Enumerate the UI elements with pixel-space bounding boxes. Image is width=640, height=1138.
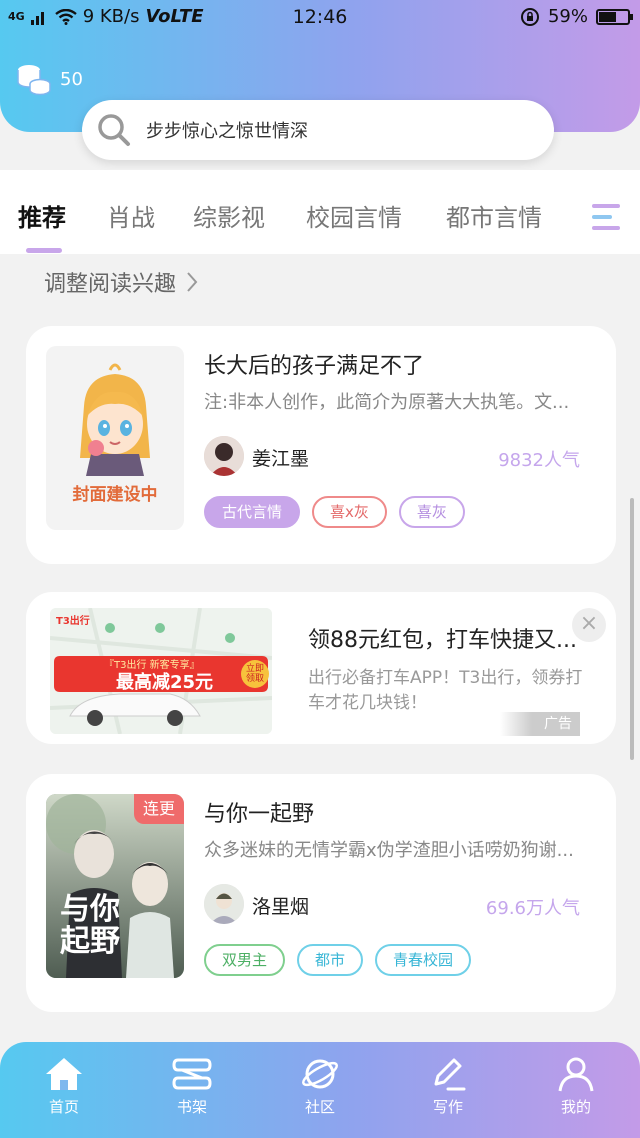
nav-write[interactable]: 写作 [398,1056,498,1117]
tag-list: 双男主 都市 青春校园 [204,944,472,976]
coin-balance[interactable]: 50 [16,62,83,96]
nav-community-label: 社区 [304,1098,335,1116]
ad-brand-text: T3出行 [56,616,90,627]
search-input[interactable]: 步步惊心之惊世情深 [146,117,308,143]
nav-home[interactable]: 首页 [14,1056,114,1117]
book-description: 众多迷妹的无情学霸x伪学渣胆小话唠奶狗谢... [204,840,574,861]
tag-chip[interactable]: 青春校园 [375,944,472,976]
popularity-count: 69.6万人气 [485,898,580,919]
tab-film-tv[interactable]: 综影视 [193,198,265,233]
nav-profile[interactable]: 我的 [526,1056,626,1117]
battery-icon [596,8,633,25]
nav-bookshelf[interactable]: 书架 [142,1056,242,1117]
popularity-count: 9832人气 [498,450,580,471]
home-icon [46,1058,82,1090]
author-avatar-image [204,884,244,924]
author-avatar[interactable] [204,436,244,476]
bookshelf-icon [172,1058,212,1090]
close-icon: × [579,611,599,636]
tag-chip[interactable]: 喜灰 [398,496,465,528]
author-name[interactable]: 洛里烟 [252,892,309,919]
search-icon [98,114,130,146]
tag-chip[interactable]: 双男主 [204,944,286,976]
tag-chip[interactable]: 喜x灰 [312,496,387,528]
book-card[interactable]: 与你起野 连更 与你一起野 众多迷妹的无情学霸x伪学渣胆小话唠奶狗谢... 洛里… [26,774,616,1012]
book-cover[interactable]: 封面建设中 [46,346,184,530]
nav-profile-label: 我的 [560,1098,591,1116]
nav-write-label: 写作 [432,1098,463,1116]
ad-label: 广告 [500,712,580,736]
author-avatar-image [204,436,244,476]
ad-claim-text: 立即领取 [245,664,264,684]
category-tabs: 推荐 肖战 综影视 校园言情 都市言情 [0,170,640,254]
active-tab-indicator [26,248,62,253]
cover-placeholder-text: 封面建设中 [72,485,158,505]
category-menu-icon[interactable] [588,200,628,236]
tab-xiaozhan[interactable]: 肖战 [107,198,155,233]
coins-icon [17,65,51,96]
book-card[interactable]: 封面建设中 长大后的孩子满足不了 注:非本人创作，此简介为原著大大执笔。文...… [26,326,616,564]
tag-chip[interactable]: 都市 [297,944,364,976]
ad-title[interactable]: 领88元红包，打车快捷又... [308,622,577,654]
adjust-interest-label: 调整阅读兴趣 [44,272,177,297]
nav-bookshelf-label: 书架 [176,1098,207,1116]
rotation-lock-icon [520,7,539,26]
author-name[interactable]: 姜江墨 [252,444,309,471]
ad-label-text: 广告 [544,716,572,732]
ad-card[interactable]: T3出行 『T3出行 新客专享』 最高减25元 立即领取 领88元红包，打车快捷… [26,592,616,744]
status-bar: 4G 9 KB/s VoLTE 12:46 59% [0,0,640,34]
planet-icon [302,1059,338,1089]
bottom-nav: 首页 书架 社区 写作 我的 [0,1042,640,1138]
serial-badge: 连更 [134,794,184,824]
tag-chip[interactable]: 古代言情 [204,496,301,528]
book-title[interactable]: 长大后的孩子满足不了 [204,348,424,380]
book-title[interactable]: 与你一起野 [204,796,314,828]
tab-campus-romance[interactable]: 校园言情 [306,198,402,233]
ad-banner-main-text: 最高减25元 [116,672,214,693]
book-description: 注:非本人创作，此简介为原著大大执笔。文... [204,392,570,413]
chevron-right-icon [187,272,198,292]
author-avatar[interactable] [204,884,244,924]
battery-percent: 59% [547,6,588,27]
cover-title-art: 与你起野 [60,892,120,959]
book-cover[interactable]: 与你起野 连更 [46,794,184,978]
search-bar[interactable]: 步步惊心之惊世情深 [82,100,554,160]
nav-home-label: 首页 [48,1098,79,1116]
adjust-interest-link[interactable]: 调整阅读兴趣 [44,266,198,298]
tab-urban-romance[interactable]: 都市言情 [446,198,542,233]
close-ad-button[interactable]: × [572,608,606,642]
ad-image[interactable]: T3出行 『T3出行 新客专享』 最高减25元 立即领取 [50,608,272,734]
tag-list: 古代言情 喜x灰 喜灰 [204,496,465,528]
coin-count: 50 [60,68,83,90]
pen-icon [434,1058,466,1091]
scrollbar[interactable] [630,498,634,760]
ad-description: 出行必备打车APP！T3出行，领券打车才花几块钱！ [308,668,583,713]
nav-community[interactable]: 社区 [270,1056,370,1117]
user-icon [558,1057,594,1092]
tab-recommend[interactable]: 推荐 [18,198,66,233]
